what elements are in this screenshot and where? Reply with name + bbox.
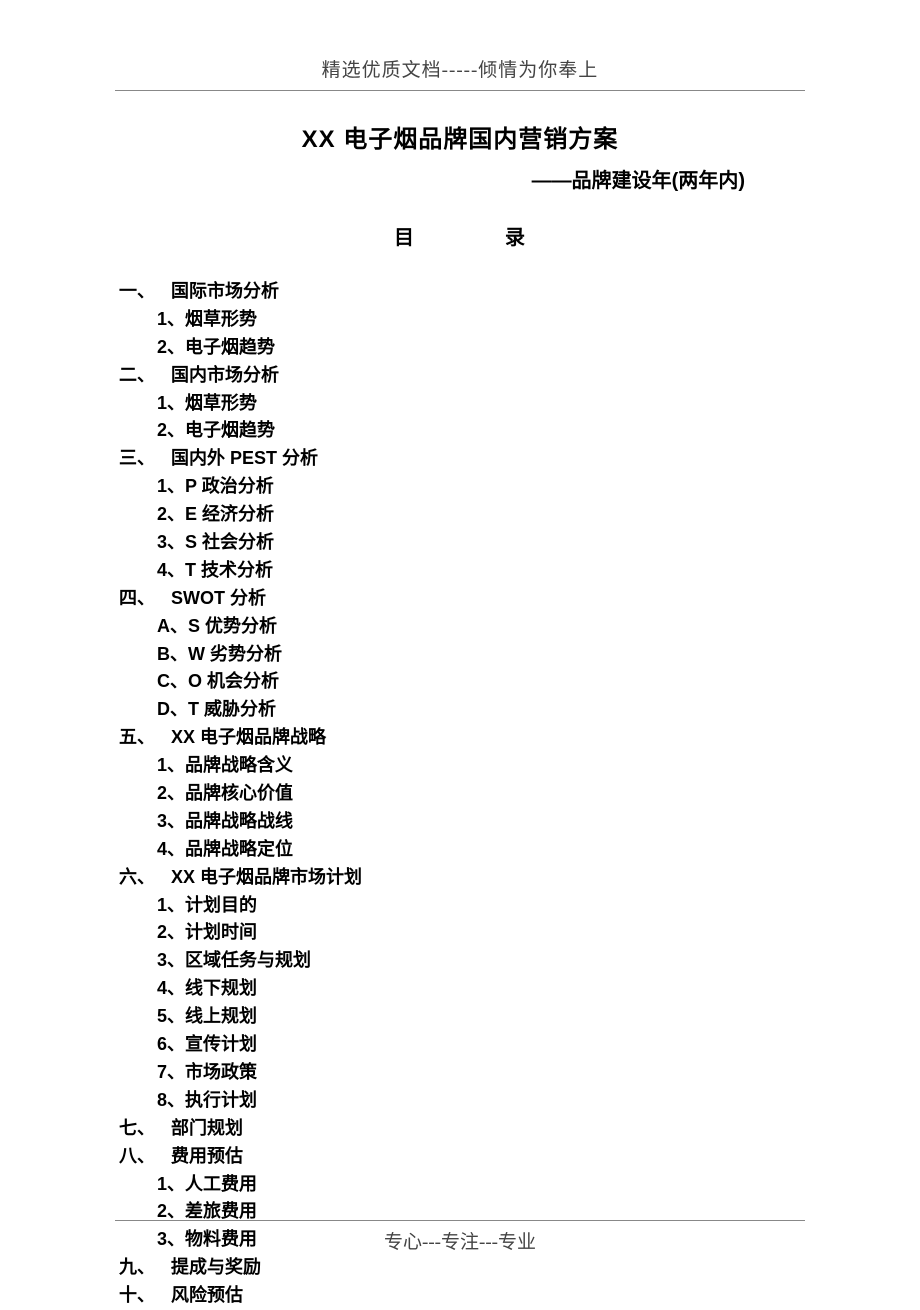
document-page: 精选优质文档-----倾情为你奉上 XX 电子烟品牌国内营销方案 ——品牌建设年… — [0, 0, 920, 1310]
toc-section-number: 一、 — [119, 278, 171, 306]
toc-subitem: 4、线下规划 — [115, 975, 805, 1003]
toc-heading: 目录 — [115, 221, 805, 250]
toc-subitem: 1、烟草形势 — [115, 390, 805, 418]
toc-section: 六、XX 电子烟品牌市场计划 — [115, 864, 805, 892]
toc-section-number: 九、 — [119, 1254, 171, 1282]
toc-section: 八、费用预估 — [115, 1143, 805, 1171]
toc-subitem: D、T 威胁分析 — [115, 696, 805, 724]
toc-subitem: 6、宣传计划 — [115, 1031, 805, 1059]
toc-subitem: 3、S 社会分析 — [115, 529, 805, 557]
toc-section: 五、XX 电子烟品牌战略 — [115, 724, 805, 752]
toc-section-title: XX 电子烟品牌战略 — [171, 727, 326, 747]
page-footer: 专心---专注---专业 — [0, 1220, 920, 1254]
toc-subitem: A、S 优势分析 — [115, 613, 805, 641]
toc-subitem: 2、计划时间 — [115, 919, 805, 947]
toc-section-title: XX 电子烟品牌市场计划 — [171, 867, 362, 887]
toc-section-number: 二、 — [119, 362, 171, 390]
toc-subitem: B、W 劣势分析 — [115, 641, 805, 669]
toc-subitem: 2、品牌核心价值 — [115, 780, 805, 808]
toc-section-number: 十、 — [119, 1282, 171, 1310]
toc-subitem: 7、市场政策 — [115, 1059, 805, 1087]
toc-subitem: 8、执行计划 — [115, 1087, 805, 1115]
toc-section-title: 费用预估 — [171, 1146, 243, 1166]
toc-section: 九、提成与奖励 — [115, 1254, 805, 1282]
toc-section-title: 国内市场分析 — [171, 365, 279, 385]
toc-subitem: 2、电子烟趋势 — [115, 417, 805, 445]
toc-section: 二、国内市场分析 — [115, 362, 805, 390]
toc-section-number: 七、 — [119, 1115, 171, 1143]
toc-heading-left: 目 — [394, 227, 415, 249]
toc-section-number: 五、 — [119, 724, 171, 752]
toc-section-title: 提成与奖励 — [171, 1257, 261, 1277]
toc-subitem: 3、品牌战略战线 — [115, 808, 805, 836]
toc-section: 十、风险预估 — [115, 1282, 805, 1310]
toc-subitem: 1、品牌战略含义 — [115, 752, 805, 780]
toc-subitem: 1、人工费用 — [115, 1171, 805, 1199]
toc-subitem: 5、线上规划 — [115, 1003, 805, 1031]
document-subtitle: ——品牌建设年(两年内) — [115, 164, 805, 193]
toc-section: 一、国际市场分析 — [115, 278, 805, 306]
toc-section-number: 六、 — [119, 864, 171, 892]
toc-subitem: 1、计划目的 — [115, 892, 805, 920]
toc-section-title: 国际市场分析 — [171, 281, 279, 301]
toc-section-number: 三、 — [119, 445, 171, 473]
toc-section-title: SWOT 分析 — [171, 588, 266, 608]
toc-subitem: 2、电子烟趋势 — [115, 334, 805, 362]
toc-subitem: 1、烟草形势 — [115, 306, 805, 334]
toc-subitem: C、O 机会分析 — [115, 668, 805, 696]
footer-text: 专心---专注---专业 — [115, 1220, 805, 1254]
toc-section: 四、SWOT 分析 — [115, 585, 805, 613]
toc-subitem: 2、E 经济分析 — [115, 501, 805, 529]
page-header: 精选优质文档-----倾情为你奉上 — [115, 55, 805, 91]
toc-section-number: 八、 — [119, 1143, 171, 1171]
toc-section-title: 国内外 PEST 分析 — [171, 448, 318, 468]
toc-section-title: 风险预估 — [171, 1285, 243, 1305]
toc-section-number: 四、 — [119, 585, 171, 613]
toc-section-title: 部门规划 — [171, 1118, 243, 1138]
toc-subitem: 1、P 政治分析 — [115, 473, 805, 501]
toc-section: 三、国内外 PEST 分析 — [115, 445, 805, 473]
table-of-contents: 一、国际市场分析1、烟草形势2、电子烟趋势二、国内市场分析1、烟草形势2、电子烟… — [115, 278, 805, 1310]
toc-subitem: 3、区域任务与规划 — [115, 947, 805, 975]
toc-subitem: 4、T 技术分析 — [115, 557, 805, 585]
toc-subitem: 4、品牌战略定位 — [115, 836, 805, 864]
document-title: XX 电子烟品牌国内营销方案 — [115, 119, 805, 154]
toc-heading-right: 录 — [505, 227, 526, 249]
toc-section: 七、部门规划 — [115, 1115, 805, 1143]
